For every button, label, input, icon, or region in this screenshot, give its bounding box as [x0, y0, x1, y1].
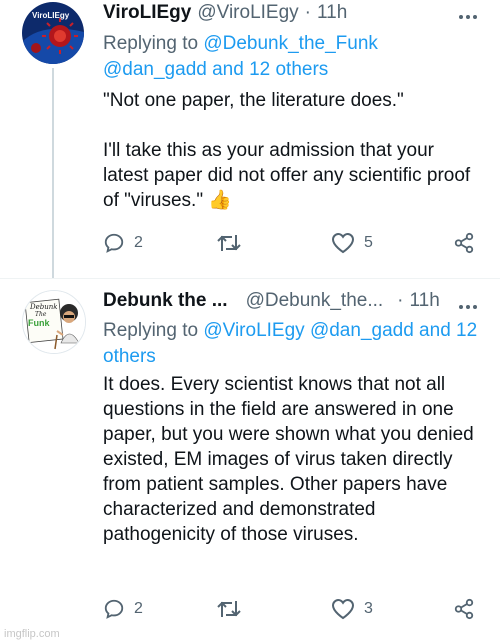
user-handle[interactable]: @Debunk_the...	[246, 290, 384, 312]
timestamp[interactable]: 11h	[410, 290, 440, 312]
mention-link[interactable]: @dan_gadd and 12 others	[103, 59, 328, 80]
cartoon-avatar-icon: Debunk The Funk	[23, 291, 85, 353]
like-count: 5	[364, 234, 373, 251]
tweet-header: Debunk the ... @Debunk_the... · 11h	[103, 288, 440, 314]
tweet-paragraph: It does. Every scientist knows that not …	[103, 374, 474, 545]
share-button[interactable]	[453, 232, 475, 254]
thread-connector-line	[52, 68, 54, 278]
tweet-header: ViroLIEgy @ViroLIEgy · 11h	[103, 0, 347, 26]
reply-button[interactable]: 2	[103, 232, 143, 254]
tweet-paragraph: "Not one paper, the literature does."	[103, 90, 404, 111]
like-button[interactable]: 5	[331, 232, 373, 254]
avatar-virolieGy[interactable]: ViroLIEgy	[22, 2, 84, 64]
retweet-button[interactable]	[217, 232, 250, 254]
separator-dot: ·	[397, 290, 404, 311]
reply-button[interactable]: 2	[103, 598, 143, 620]
replying-to: Replying to @Debunk_the_Funk @dan_gadd a…	[103, 31, 483, 83]
display-name[interactable]: ViroLIEgy	[103, 2, 191, 24]
like-button[interactable]: 3	[331, 598, 373, 620]
heart-icon	[331, 232, 355, 254]
avatar-logo-text: Debunk	[29, 303, 58, 311]
retweet-icon	[217, 235, 241, 251]
heart-icon	[331, 598, 355, 620]
avatar-logo-text: Funk	[28, 318, 50, 328]
retweet-button[interactable]	[217, 598, 250, 620]
replying-label: Replying to	[103, 320, 199, 341]
virus-avatar-icon: ViroLIEgy	[22, 2, 84, 64]
avatar-logo-text: ViroLIEgy	[32, 11, 70, 20]
replying-label: Replying to	[103, 33, 199, 54]
tweet-actions: 2 5	[103, 232, 478, 262]
tweet-2[interactable]: Debunk The Funk Debunk the ... @Debunk_t…	[0, 288, 500, 638]
user-handle[interactable]: @ViroLIEgy	[197, 2, 298, 24]
imgflip-watermark: imgflip.com	[4, 628, 60, 640]
tweet-divider	[0, 278, 500, 279]
mention-link[interactable]: @ViroLIEgy	[203, 320, 304, 341]
retweet-icon	[217, 601, 241, 617]
avatar-debunk-the-funk[interactable]: Debunk The Funk	[22, 290, 86, 354]
tweet-actions: 2 3	[103, 598, 478, 628]
timestamp[interactable]: 11h	[317, 2, 347, 24]
mention-link[interactable]: @Debunk_the_Funk	[203, 33, 378, 54]
more-options-icon[interactable]	[458, 4, 478, 24]
replying-to: Replying to @ViroLIEgy @dan_gadd and 12 …	[103, 318, 483, 370]
reply-count: 2	[134, 600, 143, 617]
reply-count: 2	[134, 234, 143, 251]
share-button[interactable]	[453, 598, 475, 620]
tweet-1[interactable]: ViroLIEgy ViroLIEgy @ViroLIEgy · 11h Rep…	[0, 0, 500, 278]
reply-icon	[104, 233, 124, 253]
separator-dot: ·	[304, 2, 311, 23]
reply-icon	[104, 599, 124, 619]
tweet-text: "Not one paper, the literature does." I'…	[103, 88, 478, 213]
like-count: 3	[364, 600, 373, 617]
tweet-paragraph: I'll take this as your admission that yo…	[103, 140, 471, 211]
more-options-icon[interactable]	[458, 294, 478, 314]
tweet-text: It does. Every scientist knows that not …	[103, 372, 478, 547]
share-icon	[454, 232, 474, 254]
display-name[interactable]: Debunk the ...	[103, 290, 228, 312]
avatar-logo-text: The	[35, 311, 47, 318]
share-icon	[454, 598, 474, 620]
